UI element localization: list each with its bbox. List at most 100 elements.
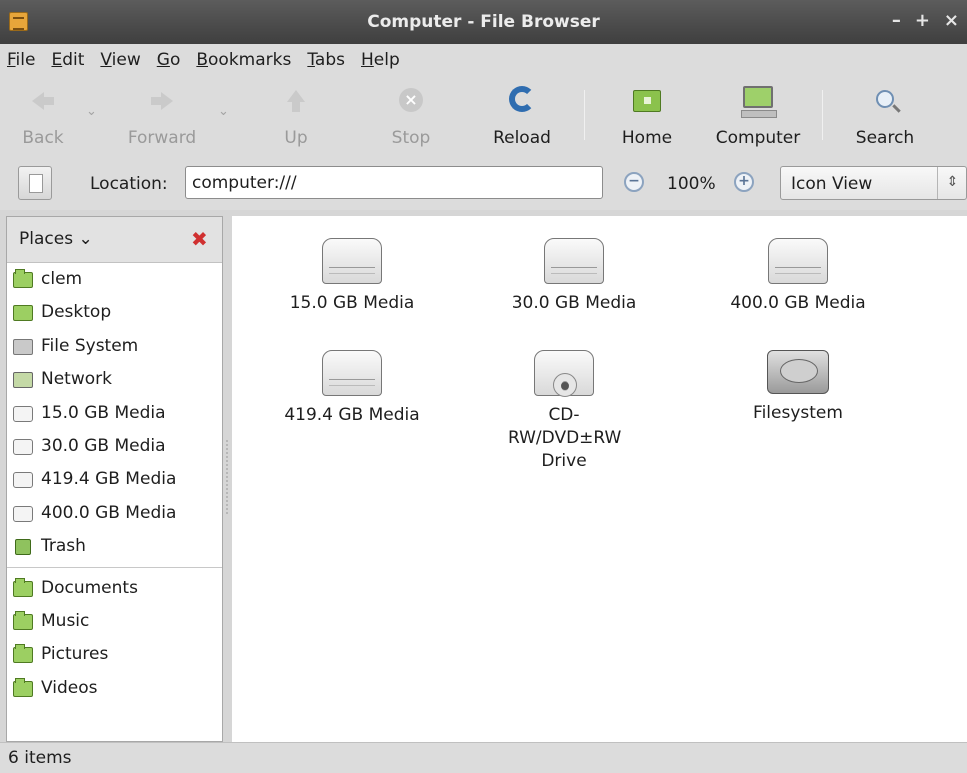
menu-edit-mnemonic: E (51, 50, 63, 70)
menu-edit[interactable]: Edit (51, 50, 84, 70)
zoom-out-icon[interactable]: − (624, 172, 644, 192)
folder-icon (13, 677, 33, 697)
stop-icon: × (399, 88, 423, 112)
updown-chevron-icon: ⇕ (937, 167, 967, 199)
forward-button[interactable]: Forward (120, 84, 204, 154)
toggle-location-edit-button[interactable] (18, 166, 52, 200)
zoom-in-icon[interactable]: + (734, 172, 754, 192)
icon-item-label: Filesystem (753, 403, 843, 423)
sidebar-item-network[interactable]: Network (7, 363, 222, 396)
close-sidebar-icon[interactable]: ✖ (191, 227, 208, 251)
back-history-chevron-icon[interactable]: ⌄ (86, 104, 97, 119)
sidebar-item-music[interactable]: Music (7, 605, 222, 638)
home-button[interactable]: Home (614, 84, 680, 154)
view-mode-select[interactable]: Icon View ⇕ (780, 166, 967, 200)
icon-item-optical-drive[interactable]: CD-RW/DVD±RW Drive (474, 350, 654, 473)
toolbar-separator (822, 90, 823, 140)
reload-button[interactable]: Reload (486, 84, 558, 154)
sidebar-item-label: Pictures (41, 644, 109, 665)
icon-item-15gb-media[interactable]: 15.0 GB Media (252, 238, 452, 315)
location-input[interactable] (185, 166, 603, 199)
sidebar-item-clem[interactable]: clem (7, 263, 222, 296)
menu-file[interactable]: File (7, 50, 35, 70)
menu-bookmarks[interactable]: Bookmarks (196, 50, 291, 70)
location-bar: Location: − 100% + Icon View ⇕ (0, 158, 967, 210)
chevron-down-icon: ⌄ (78, 229, 93, 249)
menu-help[interactable]: Help (361, 50, 400, 70)
home-folder-icon (13, 269, 33, 288)
forward-history-chevron-icon[interactable]: ⌄ (218, 104, 229, 119)
item-count: 6 items (8, 748, 72, 768)
arrow-right-icon (151, 92, 173, 110)
icon-item-label: 15.0 GB Media (289, 293, 415, 313)
search-label: Search (855, 128, 915, 148)
menu-file-mnemonic: F (7, 50, 16, 70)
menu-go[interactable]: Go (157, 50, 181, 70)
menu-tabs[interactable]: Tabs (307, 50, 345, 70)
optical-drive-icon (534, 350, 594, 397)
folder-icon (13, 577, 33, 597)
folder-icon (13, 644, 33, 664)
home-folder-icon (633, 90, 661, 112)
forward-label: Forward (127, 128, 197, 148)
drive-icon (544, 238, 604, 284)
menu-tabs-mnemonic: T (307, 50, 315, 70)
icon-item-400gb-media[interactable]: 400.0 GB Media (698, 238, 898, 315)
sidebar-header: Places ⌄ ✖ (7, 217, 222, 263)
minimize-button[interactable]: – (892, 10, 901, 31)
drive-icon (322, 238, 382, 284)
sidebar-item-trash[interactable]: Trash (7, 530, 222, 563)
zoom-level[interactable]: 100% (667, 174, 716, 194)
icon-item-30gb-media[interactable]: 30.0 GB Media (474, 238, 674, 315)
status-bar: 6 items (0, 742, 967, 773)
drive-icon (322, 350, 382, 396)
places-list: clem Desktop File System Network 15.0 GB… (7, 263, 222, 705)
menu-bar: File Edit View Go Bookmarks Tabs Help (0, 44, 967, 76)
toolbar: Back ⌄ Forward ⌄ Up × Stop Reload Home C… (0, 76, 967, 158)
back-button[interactable]: Back (14, 84, 72, 154)
sidebar-item-documents[interactable]: Documents (7, 572, 222, 605)
sidebar-item-label: Network (41, 369, 112, 390)
view-mode-value: Icon View (791, 174, 873, 194)
sidebar-item-label: 30.0 GB Media (41, 435, 166, 456)
sidebar-item-label: File System (41, 335, 139, 356)
menu-view[interactable]: View (100, 50, 140, 70)
icon-item-filesystem[interactable]: Filesystem (698, 350, 898, 425)
icon-item-label: 419.4 GB Media (284, 405, 420, 425)
stop-button[interactable]: × Stop (384, 84, 438, 154)
close-button[interactable]: × (944, 10, 959, 31)
home-label: Home (621, 128, 673, 148)
sidebar-item-label: Videos (41, 677, 98, 698)
sidebar-item-419gb-media[interactable]: 419.4 GB Media (7, 463, 222, 496)
computer-button[interactable]: Computer (706, 84, 810, 154)
sidebar-item-videos[interactable]: Videos (7, 672, 222, 705)
sidebar-item-label: Trash (41, 536, 86, 557)
maximize-button[interactable]: + (915, 10, 930, 31)
drive-icon (13, 505, 33, 522)
search-button[interactable]: Search (848, 84, 922, 154)
menu-go-label: o (169, 50, 181, 70)
icon-item-label: CD-RW/DVD±RW Drive (508, 405, 622, 471)
sidebar-item-label: Documents (41, 577, 138, 598)
sidebar-item-pictures[interactable]: Pictures (7, 638, 222, 671)
sidebar-item-400gb-media[interactable]: 400.0 GB Media (7, 497, 222, 530)
sidebar-item-label: 15.0 GB Media (41, 402, 166, 423)
sidebar-item-15gb-media[interactable]: 15.0 GB Media (7, 397, 222, 430)
window-controls: – + × (892, 10, 959, 31)
sidebar-item-label: 419.4 GB Media (41, 469, 177, 490)
reload-label: Reload (493, 128, 551, 148)
sidebar-item-label: Music (41, 610, 90, 631)
sidebar-item-label: clem (41, 269, 83, 289)
pane-resize-handle[interactable] (226, 440, 230, 514)
sidebar-item-30gb-media[interactable]: 30.0 GB Media (7, 430, 222, 463)
menu-file-label: ile (15, 50, 36, 70)
places-dropdown[interactable]: Places ⌄ (19, 229, 93, 249)
sidebar-item-file-system[interactable]: File System (7, 330, 222, 363)
toolbar-separator (584, 90, 585, 140)
stop-label: Stop (391, 128, 431, 148)
magnifier-icon (876, 90, 894, 108)
sidebar-item-desktop[interactable]: Desktop (7, 296, 222, 329)
up-button[interactable]: Up (272, 84, 320, 154)
menu-go-mnemonic: G (156, 50, 170, 70)
icon-item-419gb-media[interactable]: 419.4 GB Media (252, 350, 452, 427)
